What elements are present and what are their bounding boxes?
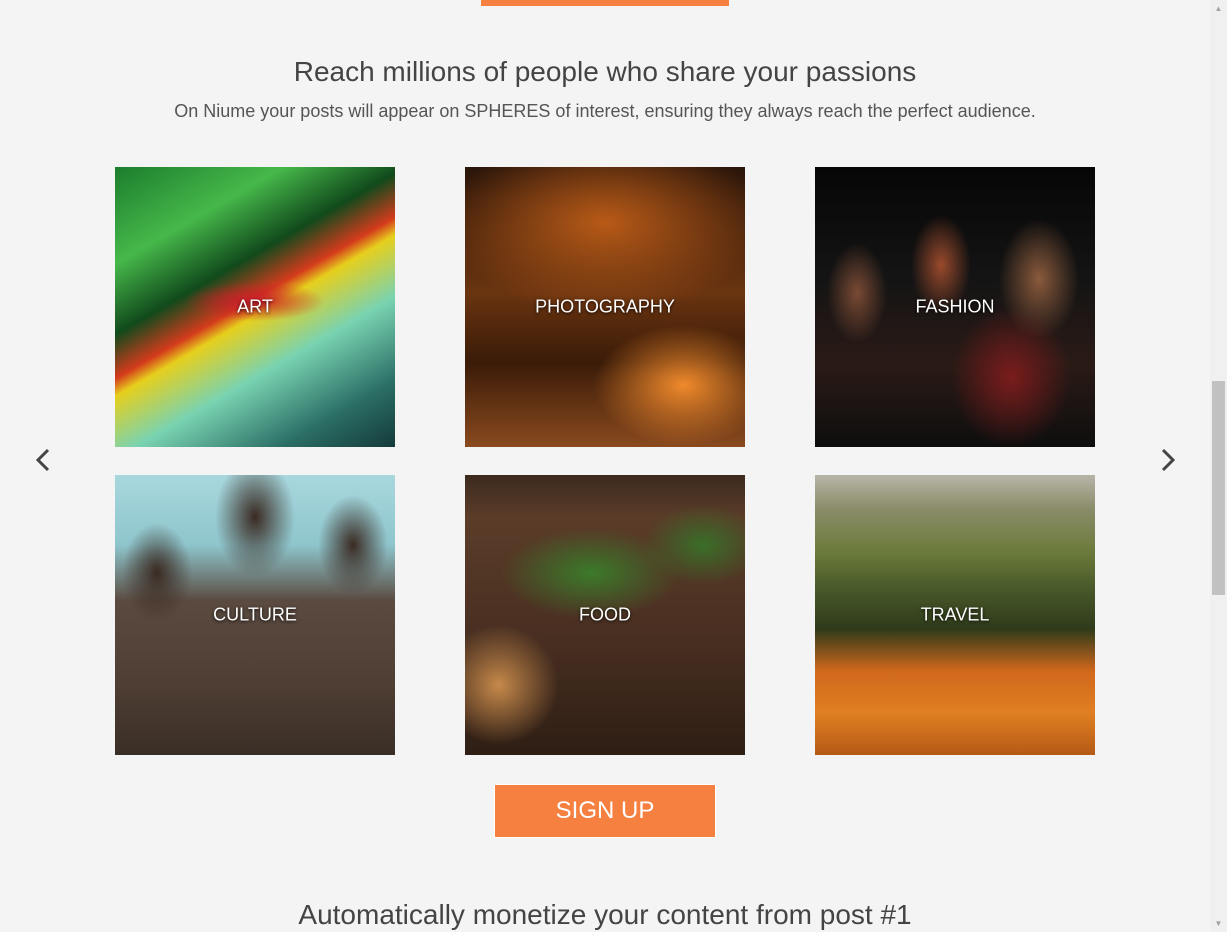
sphere-label: CULTURE [213,604,297,625]
chevron-left-icon [35,448,50,472]
sphere-tile-travel[interactable]: TRAVEL [815,475,1095,755]
sphere-label: PHOTOGRAPHY [535,296,675,317]
signup-button[interactable]: SIGN UP [495,785,715,837]
sphere-label: ART [237,296,273,317]
carousel-prev-button[interactable] [29,445,59,475]
sphere-tile-food[interactable]: FOOD [465,475,745,755]
sphere-label: FOOD [579,604,631,625]
section-title: Reach millions of people who share your … [293,56,917,87]
scrollbar-thumb[interactable] [1212,381,1225,595]
section-subtitle: On Niume your posts will appear on SPHER… [174,101,1036,121]
top-signup-button-edge[interactable] [481,0,729,6]
sphere-label: TRAVEL [920,604,990,625]
sphere-tile-fashion[interactable]: FASHION [815,167,1095,447]
carousel-next-button[interactable] [1152,445,1182,475]
sphere-tile-photography[interactable]: PHOTOGRAPHY [465,167,745,447]
chevron-right-icon [1161,448,1176,472]
page-scrollbar[interactable]: ▲ ▼ [1210,0,1227,932]
scroll-down-icon[interactable]: ▼ [1210,915,1227,932]
scroll-up-icon[interactable]: ▲ [1210,0,1227,17]
sphere-tile-culture[interactable]: CULTURE [115,475,395,755]
section-title-monetize: Automatically monetize your content from… [298,899,912,930]
sphere-label: FASHION [915,296,995,317]
sphere-tile-art[interactable]: ART [115,167,395,447]
